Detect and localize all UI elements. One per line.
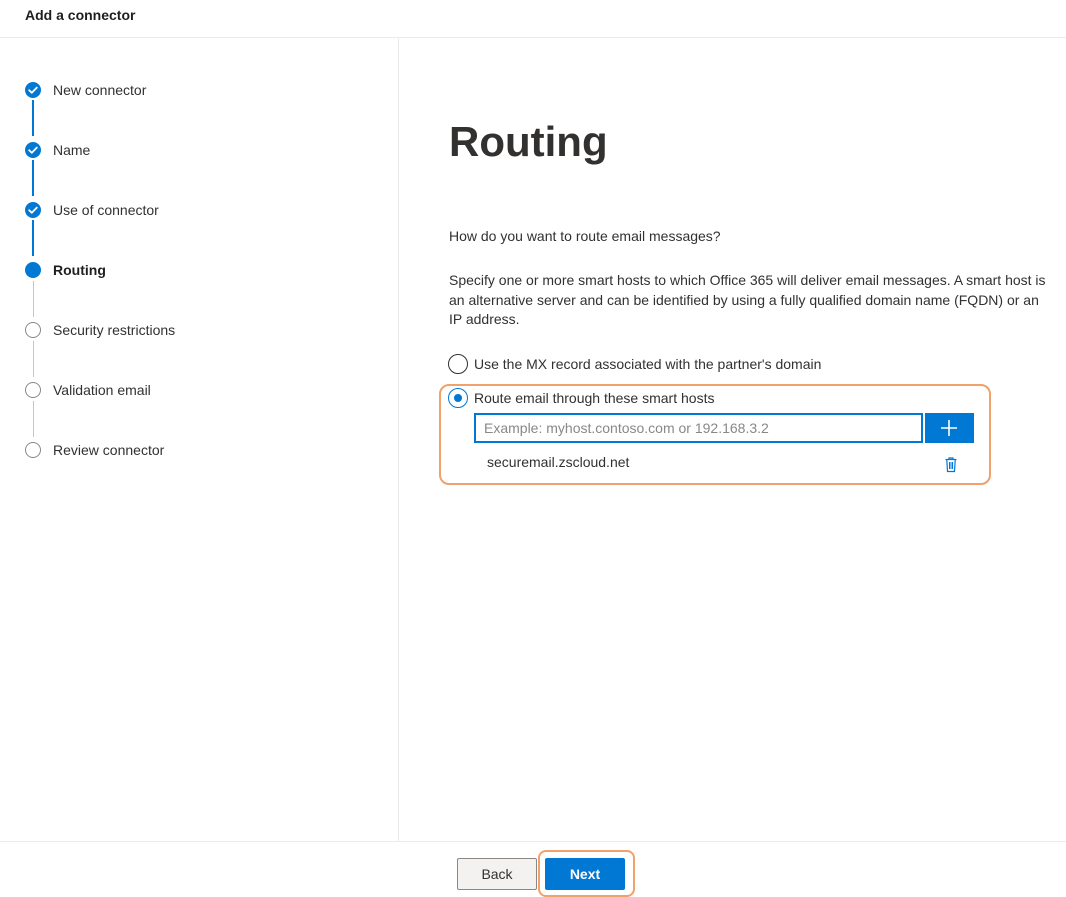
radio-option-label: Route email through these smart hosts	[474, 390, 715, 406]
pending-step-circle-icon	[25, 382, 41, 398]
step-use-of-connector: Use of connector	[0, 202, 380, 226]
back-button[interactable]: Back	[457, 858, 537, 890]
radio-option-label: Use the MX record associated with the pa…	[474, 356, 822, 372]
radio-option-smart-hosts[interactable]: Route email through these smart hosts	[448, 388, 988, 410]
step-connector-line	[33, 341, 34, 377]
step-validation-email: Validation email	[0, 382, 380, 406]
radio-button-icon[interactable]	[448, 354, 468, 374]
next-button[interactable]: Next	[545, 858, 625, 890]
current-step-dot-icon	[25, 262, 41, 278]
wizard-footer: Back Next	[0, 841, 1066, 897]
radio-option-mx-record[interactable]: Use the MX record associated with the pa…	[448, 354, 988, 376]
add-smart-host-button[interactable]	[925, 413, 974, 443]
radio-button-selected-icon[interactable]	[448, 388, 468, 408]
step-connector-line	[33, 281, 34, 317]
step-routing: Routing	[0, 262, 380, 286]
pending-step-circle-icon	[25, 322, 41, 338]
step-connector-line	[32, 220, 34, 256]
step-security-restrictions: Security restrictions	[0, 322, 380, 346]
checkmark-icon	[25, 202, 41, 218]
radio-dot-icon	[453, 393, 462, 402]
step-connector-line	[32, 100, 34, 136]
step-label: Routing	[53, 262, 106, 278]
step-name: Name	[0, 142, 380, 166]
step-label: Use of connector	[53, 202, 159, 218]
smart-host-input[interactable]	[474, 413, 923, 443]
step-review-connector: Review connector	[0, 442, 380, 466]
trash-icon[interactable]	[943, 456, 959, 473]
step-label: Validation email	[53, 382, 151, 398]
step-connector-line	[32, 160, 34, 196]
routing-description: Specify one or more smart hosts to which…	[449, 272, 1046, 327]
checkmark-icon	[25, 82, 41, 98]
add-connector-page: Add a connector New connector Name Use o…	[0, 0, 1066, 897]
step-new-connector: New connector	[0, 82, 380, 106]
page-title: Routing	[449, 118, 608, 165]
step-connector-line	[33, 401, 34, 437]
step-label: Review connector	[53, 442, 165, 458]
page-header: Add a connector	[0, 0, 1066, 38]
pending-step-circle-icon	[25, 442, 41, 458]
checkmark-icon	[25, 142, 41, 158]
routing-question: How do you want to route email messages?	[449, 228, 721, 244]
plus-icon	[941, 420, 957, 436]
step-label: Security restrictions	[53, 322, 176, 338]
step-label: Name	[53, 142, 91, 158]
step-label: New connector	[53, 82, 147, 98]
stepper-panel: New connector Name Use of connector Rout…	[0, 38, 399, 841]
page-header-title: Add a connector	[25, 7, 136, 23]
smart-host-entry: securemail.zscloud.net	[487, 454, 630, 470]
